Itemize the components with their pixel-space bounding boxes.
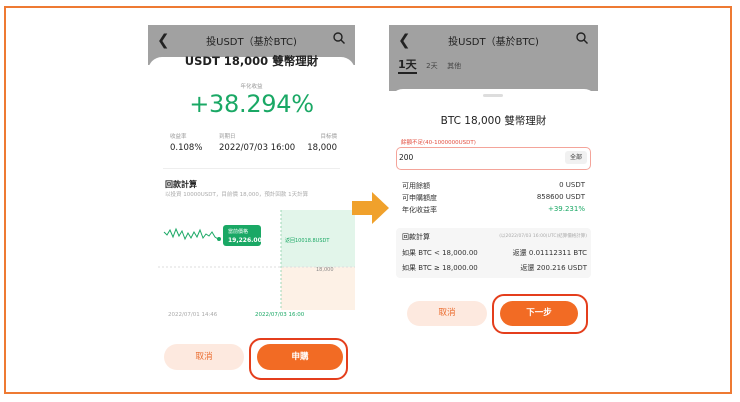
return-zone-label: 返回10018.8USDT [285, 237, 330, 244]
below-target-zone [281, 267, 355, 310]
price-line [163, 227, 219, 241]
left-header-title: 投USDT（基於BTC) [206, 37, 297, 48]
tab-other[interactable]: 其他 [447, 62, 461, 70]
rate-value: +38.294% [189, 90, 314, 118]
subscribe-highlight [249, 338, 348, 380]
price-tooltip-value: 19,226.00 [228, 237, 262, 244]
quota-value: 858600 USDT [536, 193, 585, 201]
section-note: 以投資 10000USDT，目前價 18,000，預計回款 1天計算 [165, 192, 309, 198]
amount-input[interactable] [396, 147, 591, 170]
divider [163, 168, 340, 169]
flow-arrow-icon [352, 192, 389, 224]
amount-error-label: 餘額不足(40-1000000USDT) [399, 138, 478, 146]
stat-label-target: 目标價 [320, 134, 337, 140]
return-calc-title: 回款計算 [402, 233, 430, 241]
right-header-title: 投USDT（基於BTC) [448, 37, 539, 48]
available-balance-label: 可用餘額 [402, 182, 430, 190]
sheet-handle[interactable] [483, 94, 503, 97]
chart-start-date: 2022/07/01 14:46 [168, 312, 218, 318]
cancel-button[interactable]: 取消 [407, 301, 487, 326]
left-phone-screen: ❮ 投USDT（基於BTC) USDT 18,000 雙幣理財 年化收益 +38… [148, 25, 355, 381]
price-tooltip-label: 當前價格 [228, 228, 248, 235]
next-step-highlight [492, 294, 588, 334]
target-price-label: 18,000 [316, 267, 334, 273]
rate-label: 年化收益 [240, 84, 263, 90]
calc-case-below-label: 如果 BTC < 18,000.00 [402, 249, 478, 257]
stat-value-maturity: 2022/07/03 16:00 [219, 143, 296, 153]
product-title: BTC 18,000 雙幣理財 [440, 115, 547, 127]
right-header: ❮ 投USDT（基於BTC) 1天 2天 其他 [389, 25, 598, 91]
calc-case-above-value: 返還 200.216 USDT [520, 264, 587, 272]
annual-rate-value: +39.231% [547, 205, 585, 213]
calc-case-above-label: 如果 BTC ≥ 18,000.00 [402, 264, 478, 272]
stat-value-yield: 0.108% [170, 143, 203, 153]
all-amount-button[interactable]: 全部 [565, 151, 587, 164]
tab-1-day[interactable]: 1天 [398, 58, 417, 74]
cancel-button[interactable]: 取消 [164, 344, 244, 370]
chart-end-date: 2022/07/03 16:00 [255, 312, 305, 318]
annual-rate-label: 年化收益率 [402, 206, 437, 214]
search-icon[interactable] [332, 31, 346, 45]
calc-case-below-value: 返還 0.01112311 BTC [512, 249, 587, 257]
price-chart: 當前價格 19,226.00 返回10018.8USDT 18,000 [158, 210, 355, 310]
stat-label-yield: 收益率 [170, 134, 187, 140]
quota-label: 可申購額度 [402, 194, 437, 202]
product-title: USDT 18,000 雙幣理財 [184, 54, 319, 68]
amount-value[interactable]: 200 [399, 153, 413, 162]
stat-label-maturity: 到期日 [219, 134, 236, 140]
stat-value-target: 18,000 [307, 143, 337, 153]
duration-tabs: 1天 2天 其他 [398, 56, 467, 74]
available-balance-value: 0 USDT [559, 181, 585, 189]
search-icon[interactable] [575, 31, 589, 45]
section-title: 回款計算 [165, 180, 197, 189]
tab-2-days[interactable]: 2天 [426, 62, 437, 70]
return-calc-note: (以2022/07/03 16:00(UTC)結算價格計算) [499, 234, 587, 239]
current-price-dot [217, 237, 221, 241]
